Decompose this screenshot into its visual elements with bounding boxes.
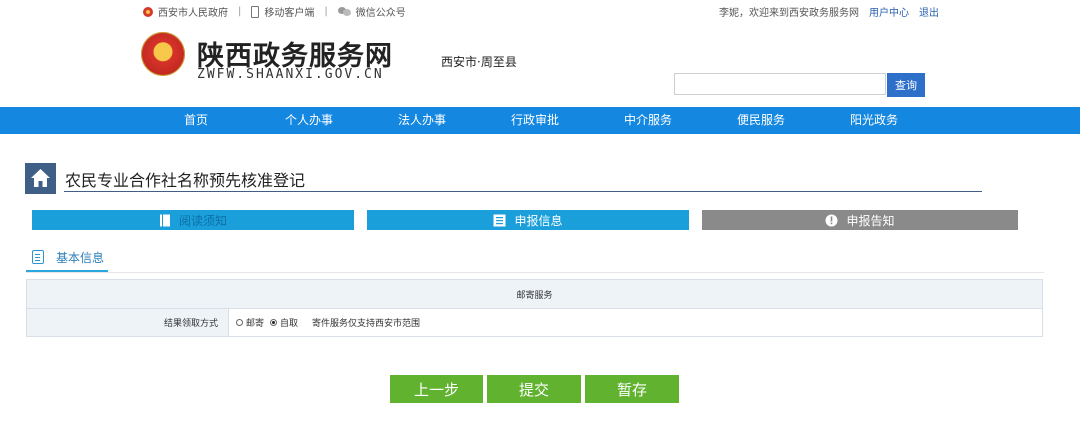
divider: | bbox=[324, 6, 328, 17]
title-underline bbox=[64, 191, 982, 192]
submit-button[interactable]: 提交 bbox=[487, 375, 581, 403]
nav-item-personal[interactable]: 个人办事 bbox=[285, 107, 333, 134]
home-button[interactable] bbox=[25, 163, 56, 194]
option-label: 自取 bbox=[280, 319, 299, 329]
step-label: 申报信息 bbox=[514, 213, 563, 228]
search-input[interactable] bbox=[674, 73, 886, 95]
user-area: 李妮，欢迎来到西安政务服务网 用户中心 退出 bbox=[719, 4, 939, 19]
nav-item-approval[interactable]: 行政审批 bbox=[511, 107, 559, 134]
gov-link-label: 西安市人民政府 bbox=[158, 8, 228, 19]
form-group-header: 邮寄服务 bbox=[27, 280, 1042, 309]
user-center-link[interactable]: 用户中心 bbox=[869, 4, 909, 19]
prev-step-button[interactable]: 上一步 bbox=[390, 375, 483, 403]
form-icon bbox=[493, 214, 506, 226]
emblem-icon bbox=[143, 6, 153, 17]
radio-self-pickup[interactable] bbox=[270, 319, 278, 326]
nav-item-agency[interactable]: 中介服务 bbox=[624, 107, 672, 134]
document-icon bbox=[159, 214, 170, 226]
site-subtitle: ZWFW.SHAANXI.GOV.CN bbox=[197, 67, 384, 82]
step-label: 阅读须知 bbox=[178, 213, 227, 228]
tab-label: 基本信息 bbox=[56, 251, 105, 265]
field-label: 结果领取方式 bbox=[27, 309, 229, 336]
national-emblem-logo bbox=[141, 32, 185, 76]
list-icon bbox=[32, 250, 44, 264]
divider: | bbox=[238, 6, 242, 17]
welcome-text: 李妮，欢迎来到西安政务服务网 bbox=[719, 8, 859, 19]
region-label[interactable]: 西安市·周至县 bbox=[441, 53, 517, 70]
phone-icon bbox=[251, 5, 260, 18]
top-bar-links: 西安市人民政府 | 移动客户端 | 微信公众号 bbox=[143, 4, 406, 19]
nav-item-convenience[interactable]: 便民服务 bbox=[737, 107, 785, 134]
step-declare-notice: 申报告知 bbox=[702, 210, 1018, 230]
option-self-pickup[interactable]: 自取 bbox=[270, 316, 298, 329]
alert-icon bbox=[825, 214, 838, 226]
field-value: 邮寄 自取 寄件服务仅支持西安市范围 bbox=[236, 309, 420, 336]
section-divider bbox=[26, 272, 1044, 273]
main-nav: 首页 个人办事 法人办事 行政审批 中介服务 便民服务 阳光政务 bbox=[0, 107, 1080, 134]
site-header: 陕西政务服务网 ZWFW.SHAANXI.GOV.CN 西安市·周至县 查询 bbox=[0, 22, 1080, 107]
wechat-link[interactable]: 微信公众号 bbox=[337, 4, 406, 19]
page-title: 农民专业合作社名称预先核准登记 bbox=[65, 171, 306, 190]
progress-steps: 阅读须知 申报信息 申报告知 bbox=[32, 210, 1035, 230]
search-button[interactable]: 查询 bbox=[887, 73, 925, 97]
logout-link[interactable]: 退出 bbox=[919, 4, 939, 19]
wechat-link-label: 微信公众号 bbox=[355, 8, 406, 19]
step-submit-info: 申报信息 bbox=[367, 210, 689, 230]
gov-link[interactable]: 西安市人民政府 bbox=[143, 4, 228, 19]
mobile-link[interactable]: 移动客户端 bbox=[251, 4, 314, 19]
top-bar: 西安市人民政府 | 移动客户端 | 微信公众号 李妮，欢迎来到西安政务服务网 用… bbox=[0, 0, 1080, 22]
nav-item-home[interactable]: 首页 bbox=[184, 107, 208, 134]
home-icon bbox=[31, 169, 50, 187]
tab-basic-info[interactable]: 基本信息 bbox=[26, 245, 108, 272]
step-label: 申报告知 bbox=[846, 213, 895, 228]
step-read-notice: 阅读须知 bbox=[32, 210, 354, 230]
radio-mail[interactable] bbox=[236, 319, 243, 326]
nav-item-sunshine[interactable]: 阳光政务 bbox=[850, 107, 898, 134]
option-label: 邮寄 bbox=[246, 319, 265, 329]
wechat-icon bbox=[337, 7, 351, 16]
mobile-link-label: 移动客户端 bbox=[264, 8, 315, 19]
save-draft-button[interactable]: 暂存 bbox=[585, 375, 679, 403]
mail-scope-note: 寄件服务仅支持西安市范围 bbox=[312, 319, 421, 329]
nav-item-legal[interactable]: 法人办事 bbox=[398, 107, 446, 134]
option-mail[interactable]: 邮寄 bbox=[236, 316, 264, 329]
mail-service-form: 邮寄服务 结果领取方式 邮寄 自取 寄件服务仅支持西安市范围 bbox=[26, 279, 1043, 337]
